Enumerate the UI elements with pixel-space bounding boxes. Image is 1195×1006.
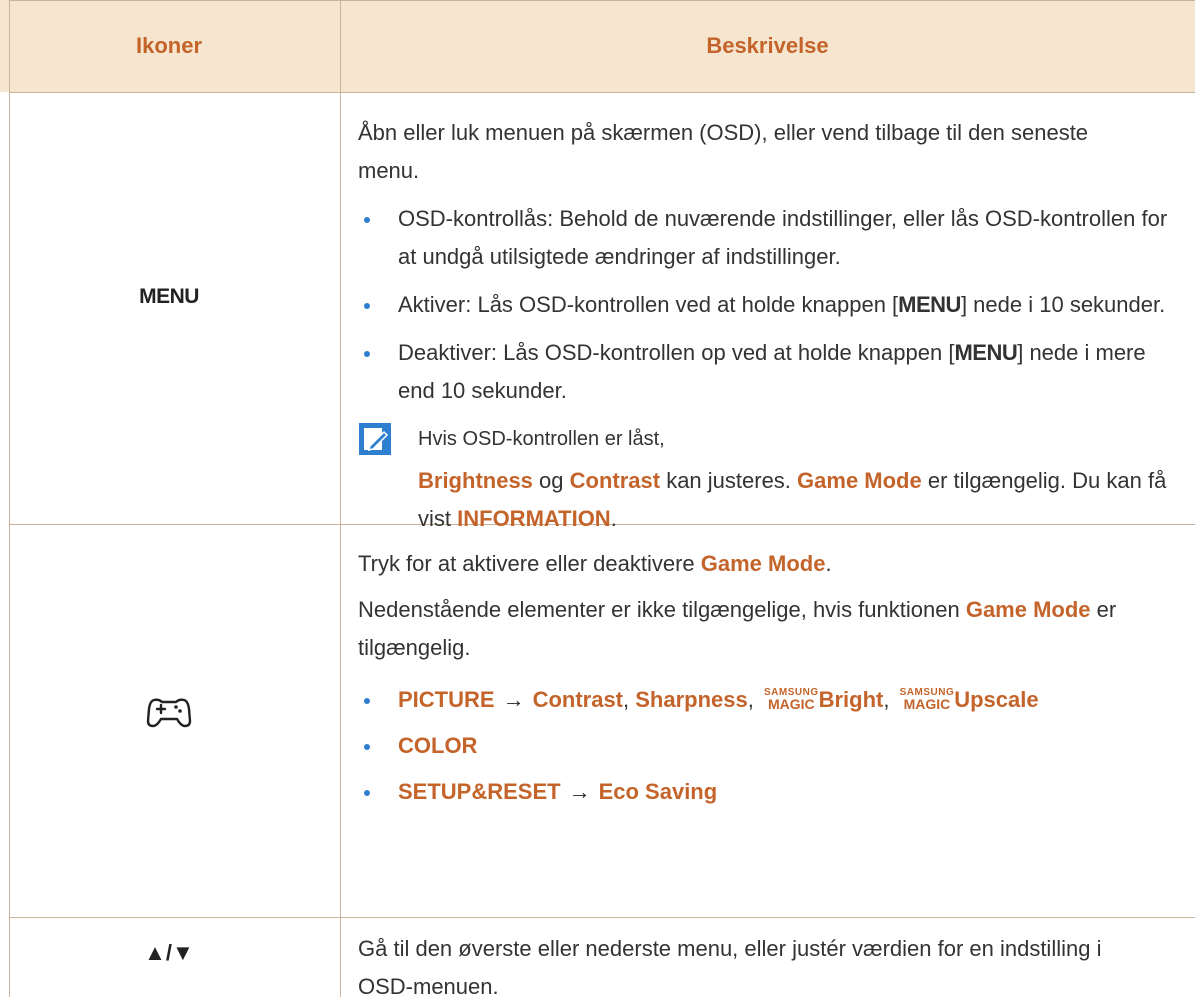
menu-description: Åbn eller luk menuen på skærmen (OSD), e… xyxy=(358,114,1188,538)
column-header-description: Beskrivelse xyxy=(706,33,829,58)
note-icon xyxy=(359,423,391,455)
samsung-magic-logo: SAMSUNG MAGIC xyxy=(900,688,955,712)
gamepad-description: Tryk for at aktivere eller deaktivere Ga… xyxy=(358,545,1188,811)
row-divider-2 xyxy=(9,917,1195,918)
menu-key: MENU xyxy=(954,340,1018,365)
bullet-text: ] nede i 10 sekunder. xyxy=(960,292,1166,317)
para-text: . xyxy=(825,551,832,576)
magic-logo-bottom: MAGIC xyxy=(767,696,815,712)
setup-reset-label: SETUP&RESET xyxy=(398,779,561,804)
bullet-text: Aktiver: Lås OSD-kontrollen ved at holde… xyxy=(398,292,899,317)
game-mode-label: Game Mode xyxy=(700,551,826,576)
up-down-button-label: ▲/▼ xyxy=(144,940,194,965)
sharpness-label: Sharpness xyxy=(635,687,748,712)
color-menu-label: COLOR xyxy=(398,733,478,758)
list-item: OSD-kontrollås: Behold de nuværende inds… xyxy=(358,200,1188,276)
list-item: COLOR xyxy=(358,727,1188,765)
para-text: Tryk for at aktivere eller deaktivere xyxy=(358,551,701,576)
column-divider xyxy=(340,0,341,997)
contrast-label: Contrast xyxy=(532,687,624,712)
contrast-label: Contrast xyxy=(569,468,661,493)
para-text: Nedenstående elementer er ikke tilgængel… xyxy=(358,597,966,622)
list-item: Aktiver: Lås OSD-kontrollen ved at holde… xyxy=(358,286,1188,324)
separator: , xyxy=(623,687,636,712)
arrow: → xyxy=(502,687,525,712)
note-line-2: Brightness og Contrast kan justeres. Gam… xyxy=(418,462,1188,538)
game-mode-label: Game Mode xyxy=(965,597,1091,622)
menu-key: MENU xyxy=(898,292,961,317)
note-text: kan justeres. xyxy=(660,468,798,493)
table-header: Ikoner Beskrivelse xyxy=(0,0,1195,92)
brightness-label: Brightness xyxy=(418,468,533,493)
list-item: Deaktiver: Lås OSD-kontrollen op ved at … xyxy=(358,334,1188,410)
game-mode-label: Game Mode xyxy=(797,468,922,493)
bullet-text: OSD-kontrollås: Behold de nuværende inds… xyxy=(398,206,1168,269)
buttons-table: Ikoner Beskrivelse MENU Åbn eller luk me… xyxy=(0,0,1195,999)
header-divider xyxy=(9,92,1195,93)
samsung-magic-logo: SAMSUNG MAGIC xyxy=(764,688,819,712)
gamepad-icon xyxy=(146,698,192,728)
gamepad-para-2: Nedenstående elementer er ikke tilgængel… xyxy=(358,591,1188,667)
separator: , xyxy=(747,687,760,712)
table-border-left xyxy=(9,0,10,997)
eco-saving-label: Eco Saving xyxy=(598,779,718,804)
column-header-icons: Ikoner xyxy=(135,33,203,58)
magic-logo-bottom: MAGIC xyxy=(903,696,951,712)
note: Hvis OSD-kontrollen er låst, Brightness … xyxy=(358,420,1188,538)
menu-button-label: MENU xyxy=(139,285,199,308)
picture-menu-label: PICTURE xyxy=(398,687,495,712)
gamepad-button-cell xyxy=(10,695,328,731)
bullet-text: Deaktiver: Lås OSD-kontrollen op ved at … xyxy=(398,340,955,365)
table-border-top xyxy=(9,0,1195,1)
up-down-description: Gå til den øverste eller nederste menu, … xyxy=(358,936,1102,999)
list-item: SETUP&RESET → Eco Saving xyxy=(358,773,1188,811)
bright-label: Bright xyxy=(818,687,884,712)
menu-intro: Åbn eller luk menuen på skærmen (OSD), e… xyxy=(358,120,1089,183)
note-text: . xyxy=(610,506,617,531)
information-label: INFORMATION xyxy=(457,506,611,531)
page: Ikoner Beskrivelse MENU Åbn eller luk me… xyxy=(0,0,1195,999)
upscale-label: Upscale xyxy=(954,687,1039,712)
note-line-1: Hvis OSD-kontrollen er låst, xyxy=(418,428,665,450)
arrow: → xyxy=(568,779,591,804)
list-item: PICTURE → Contrast, Sharpness, SAMSUNG MAGI… xyxy=(358,681,1188,719)
gamepad-para-1: Tryk for at aktivere eller deaktivere Ga… xyxy=(358,545,1188,583)
separator: , xyxy=(883,687,896,712)
note-text: og xyxy=(532,468,570,493)
